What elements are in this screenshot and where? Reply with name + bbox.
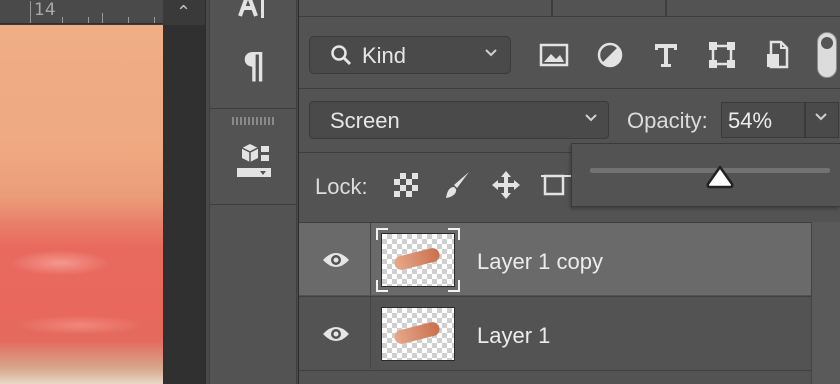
layer-thumbnail[interactable] — [376, 228, 460, 292]
eye-icon — [323, 253, 349, 267]
eye-icon — [323, 327, 349, 341]
layers-scrollbar[interactable] — [811, 222, 840, 384]
lock-image-pixels-icon[interactable] — [443, 170, 473, 200]
layer-thumbnail[interactable] — [381, 307, 455, 361]
chevron-up-icon[interactable]: ⌃ — [176, 2, 191, 23]
opacity-input[interactable]: 54% — [721, 102, 805, 138]
panel-tabs — [299, 0, 840, 16]
opacity-slider-toggle[interactable] — [805, 102, 839, 138]
chevron-down-icon — [484, 45, 498, 63]
layer-name[interactable]: Layer 1 copy — [477, 249, 603, 275]
layer-row[interactable]: Layer 1 — [299, 297, 811, 369]
layer-row[interactable]: Layer 1 copy — [299, 223, 811, 295]
3d-cube-icon[interactable] — [210, 142, 298, 187]
chevron-down-icon — [814, 109, 828, 127]
search-icon — [330, 44, 352, 71]
opacity-slider-thumb[interactable] — [705, 164, 735, 190]
paragraph-icon[interactable]: ¶ — [210, 46, 298, 87]
document-canvas-area: 14 ⌃ — [0, 0, 205, 384]
chevron-down-icon — [584, 110, 598, 128]
layer-visibility-toggle[interactable] — [299, 297, 371, 369]
lock-position-icon[interactable] — [491, 170, 521, 200]
panel-dock-strip: ¶ — [205, 0, 299, 384]
collapsed-panels-column: ¶ — [209, 0, 298, 384]
panel-grip[interactable] — [232, 117, 276, 125]
image-filter-icon[interactable] — [539, 40, 569, 70]
lock-transparent-pixels-icon[interactable] — [391, 170, 421, 200]
smart-object-filter-icon[interactable] — [763, 40, 793, 70]
blend-mode-dropdown[interactable]: Screen — [309, 101, 609, 139]
adjustment-filter-icon[interactable] — [595, 40, 625, 70]
horizontal-ruler: 14 — [0, 0, 163, 24]
filter-kind-label: Kind — [362, 43, 407, 68]
filter-kind-dropdown[interactable]: Kind — [309, 36, 511, 74]
filter-toggle-switch[interactable] — [817, 32, 837, 78]
opacity-slider-popup — [571, 143, 840, 207]
opacity-label: Opacity: — [627, 108, 708, 133]
layers-panel: Kind Screen Opacity: 54% Lock: Layer 1 c… — [299, 0, 840, 384]
blend-mode-label: Screen — [330, 108, 400, 133]
character-icon[interactable] — [210, 0, 298, 27]
ruler-marker: 14 — [34, 0, 56, 20]
lock-label: Lock: — [315, 174, 368, 199]
lock-artboard-icon[interactable] — [541, 170, 571, 200]
layer-name[interactable]: Layer 1 — [477, 323, 550, 349]
shape-filter-icon[interactable] — [707, 40, 737, 70]
type-filter-icon[interactable] — [651, 40, 681, 70]
layer-visibility-toggle[interactable] — [299, 223, 371, 295]
canvas-image[interactable] — [0, 25, 163, 384]
canvas-pasteboard — [163, 25, 205, 384]
